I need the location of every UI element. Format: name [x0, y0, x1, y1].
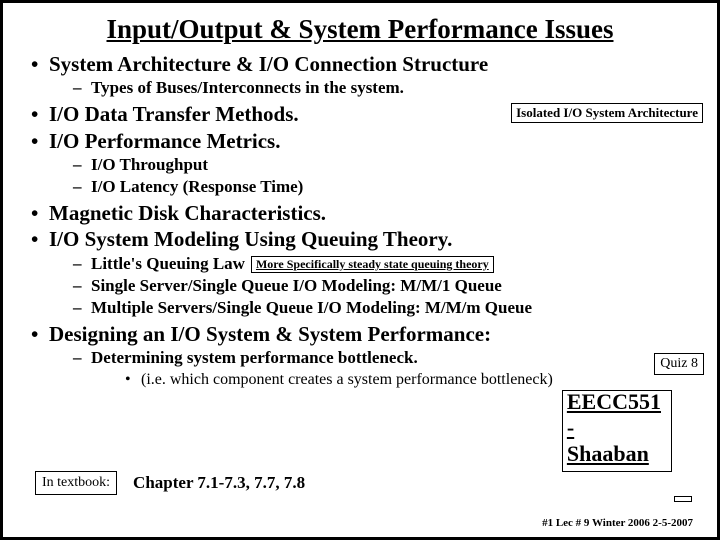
box-quiz: Quiz 8: [654, 353, 704, 375]
sub-latency: I/O Latency (Response Time): [73, 176, 703, 198]
bullet-metrics: I/O Performance Metrics. I/O Throughput …: [35, 128, 703, 198]
bullet-design: Designing an I/O System & System Perform…: [35, 321, 703, 391]
sub-bottleneck: Determining system performance bottlenec…: [73, 347, 703, 391]
bullet-queuing-text: I/O System Modeling Using Queuing Theory…: [49, 227, 452, 251]
footer-course-text: EECC551 - Shaaban: [559, 387, 669, 469]
footer-course-box: EECC551 - Shaaban: [674, 496, 692, 502]
slide-container: Input/Output & System Performance Issues…: [0, 0, 720, 540]
sub-mm1: Single Server/Single Queue I/O Modeling:…: [73, 275, 703, 297]
bullet-arch-text: System Architecture & I/O Connection Str…: [49, 52, 488, 76]
sub-mmm: Multiple Servers/Single Queue I/O Modeli…: [73, 297, 703, 319]
bullet-list: System Architecture & I/O Connection Str…: [17, 51, 703, 391]
sub-throughput: I/O Throughput: [73, 154, 703, 176]
box-queuing-note: More Specifically steady state queuing t…: [251, 256, 494, 274]
bullet-metrics-text: I/O Performance Metrics.: [49, 129, 280, 153]
box-textbook-label: In textbook:: [35, 471, 117, 495]
footer-meta: #1 Lec # 9 Winter 2006 2-5-2007: [542, 517, 693, 529]
sub-little-text: Little's Queuing Law: [91, 254, 245, 273]
sub-bottleneck-text: Determining system performance bottlenec…: [91, 348, 418, 367]
chapters-text: Chapter 7.1-7.3, 7.7, 7.8: [133, 473, 305, 493]
box-isolated-arch: Isolated I/O System Architecture: [511, 103, 703, 123]
slide-title: Input/Output & System Performance Issues: [17, 14, 703, 45]
bullet-design-text: Designing an I/O System & System Perform…: [49, 322, 491, 346]
bullet-arch: System Architecture & I/O Connection Str…: [35, 51, 703, 99]
bullet-queuing: I/O System Modeling Using Queuing Theory…: [35, 226, 703, 319]
textbook-row: In textbook: Chapter 7.1-7.3, 7.7, 7.8: [35, 471, 305, 495]
sub-buses: Types of Buses/Interconnects in the syst…: [73, 77, 703, 99]
sub-little: Little's Queuing Law More Specifically st…: [73, 253, 703, 275]
bullet-disk: Magnetic Disk Characteristics.: [35, 200, 703, 226]
